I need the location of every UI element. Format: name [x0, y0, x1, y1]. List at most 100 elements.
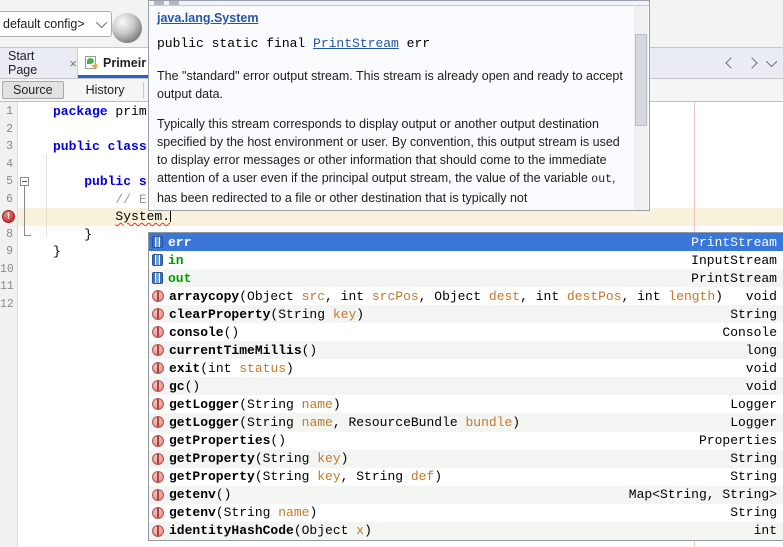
parameter-name: key	[332, 306, 357, 322]
member-name: console	[169, 324, 224, 340]
method-icon	[152, 416, 164, 429]
header-icon-fragment	[154, 1, 164, 5]
completion-item[interactable]: getLogger (String name, ResourceBundle bu…	[149, 413, 783, 432]
member-name: identityHashCode	[169, 523, 294, 539]
field-icon	[152, 236, 163, 249]
completion-item[interactable]: arraycopy (Object src, int srcPos, Object…	[149, 287, 783, 305]
parameter-name: name	[278, 505, 310, 521]
line-number: 9	[6, 245, 13, 258]
member-name: exit	[169, 360, 201, 376]
signature-text: ()	[301, 342, 318, 358]
line-number: !	[0, 208, 16, 226]
member-name: clearProperty	[169, 306, 271, 322]
printstream-link[interactable]: PrintStream	[313, 36, 399, 51]
line-number: 4	[6, 157, 13, 171]
class-link[interactable]: java.lang.System	[157, 11, 258, 25]
line-number: 6	[6, 192, 13, 206]
signature-text: ()	[223, 324, 240, 340]
completion-item[interactable]: err PrintStream	[149, 233, 783, 252]
completion-item[interactable]: currentTimeMillis() long	[149, 341, 783, 360]
signature-text: , String	[340, 469, 411, 485]
signature-text: (String	[239, 396, 302, 412]
code-token: prim	[115, 104, 147, 119]
run-config-value: default config>	[3, 17, 85, 31]
return-type: void	[745, 378, 777, 394]
code-token: package	[53, 104, 116, 119]
run-config-combobox[interactable]: default config>	[0, 11, 112, 37]
signature-text: (String	[270, 306, 333, 322]
completion-item[interactable]: getProperty (String key) String	[149, 449, 783, 468]
method-icon	[152, 398, 164, 411]
signature-text: ()	[270, 433, 287, 449]
line-number: 11	[0, 280, 14, 293]
return-type: PrintStream	[691, 234, 777, 250]
member-name: currentTimeMillis	[169, 342, 302, 358]
parameter-name: x	[356, 523, 365, 539]
history-view-button[interactable]: History	[78, 82, 133, 98]
return-type: long	[745, 342, 777, 358]
member-name: getLogger	[169, 396, 240, 412]
parameter-name: status	[239, 360, 287, 376]
signature-text: (String	[215, 505, 279, 521]
signature-text: )	[332, 396, 341, 412]
completion-item[interactable]: getenv (String name) String	[149, 504, 783, 522]
member-name: in	[168, 252, 184, 268]
line-numbers: 1 2 3 4 5 6! 8 9 10 11 12	[0, 103, 16, 313]
method-icon	[152, 434, 164, 447]
member-name: getenv	[169, 487, 216, 503]
line-number: 2	[6, 122, 13, 136]
return-type: String	[730, 505, 777, 521]
field-icon	[152, 254, 163, 267]
scroll-tabs-right-icon[interactable]	[746, 57, 758, 69]
signature-text: (String	[254, 469, 318, 485]
signature-text: (Object	[293, 523, 357, 539]
completion-item[interactable]: identityHashCode (Object x) int	[149, 521, 783, 540]
javadoc-paragraph: The "standard" error output stream. This…	[157, 69, 623, 101]
source-view-button[interactable]: Source	[2, 81, 64, 99]
scroll-tabs-left-icon[interactable]	[725, 57, 737, 69]
close-icon[interactable]: ×	[69, 56, 77, 71]
javadoc-popup: java.lang.System public static final Pri…	[148, 0, 650, 211]
fold-scope-line-end	[24, 235, 31, 236]
completion-item[interactable]: console() Console	[149, 323, 783, 341]
member-name: getProperties	[169, 433, 271, 449]
line-number: 5	[6, 175, 13, 188]
return-type: int	[753, 523, 777, 539]
completion-item[interactable]: getenv() Map<String, String>	[149, 485, 783, 504]
line-number: 8	[6, 227, 13, 241]
signature-text: (int	[200, 360, 240, 376]
completion-item[interactable]: clearProperty (String key) String	[149, 305, 783, 324]
completion-item[interactable]: getLogger (String name) Logger	[149, 395, 783, 413]
method-icon	[152, 452, 164, 465]
javadoc-content: java.lang.System public static final Pri…	[157, 9, 623, 207]
javadoc-popup-header	[149, 1, 649, 6]
tab-primeir-label: Primeir	[103, 56, 147, 70]
member-name: gc	[169, 378, 185, 394]
completion-item[interactable]: in InputStream	[149, 251, 783, 269]
completion-item[interactable]: getProperties() Properties	[149, 432, 783, 450]
signature-text: ()	[215, 487, 232, 503]
completion-item[interactable]: out PrintStream	[149, 269, 783, 288]
error-badge-icon[interactable]: !	[2, 210, 15, 223]
completion-item[interactable]: exit (int status) void	[149, 359, 783, 377]
signature-text: (String	[254, 451, 318, 467]
completion-item[interactable]: getProperty (String key, String def) Strin…	[149, 468, 783, 486]
signature-text: , ResourceBundle	[332, 414, 466, 430]
return-type: Map<String, String>	[628, 487, 777, 503]
tab-start-page-label: Start Page	[8, 49, 38, 77]
javadoc-scrollbar-thumb[interactable]	[635, 34, 647, 126]
javadoc-scrollbar[interactable]	[634, 6, 648, 210]
tab-start-page[interactable]: Start Page ×	[0, 48, 78, 78]
member-name: getProperty	[169, 469, 255, 485]
globe-icon[interactable]	[112, 13, 142, 43]
parameter-name: srcPos	[371, 288, 419, 304]
completion-item[interactable]: gc() void	[149, 377, 783, 396]
code-fold-collapse-icon[interactable]	[20, 177, 29, 186]
parameter-name: length	[668, 288, 716, 304]
javadoc-paragraph: Typically this stream corresponds to dis…	[157, 117, 620, 205]
code-completion-popup[interactable]: err PrintStream in InputStream out PrintStrea…	[148, 232, 783, 541]
tab-list-dropdown-icon[interactable]	[765, 55, 778, 68]
code-token: public class	[53, 139, 147, 154]
